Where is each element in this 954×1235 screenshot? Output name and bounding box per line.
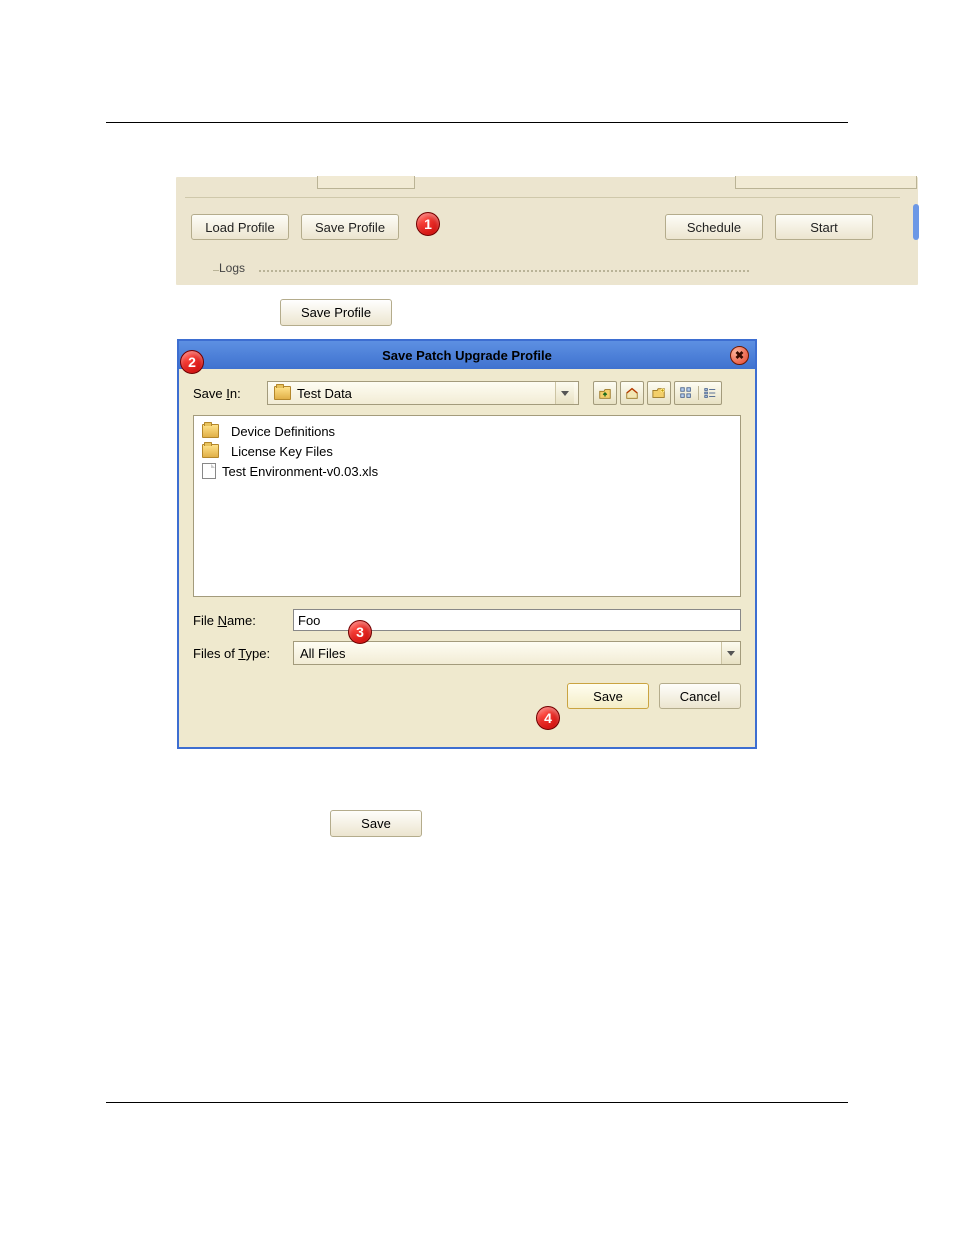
callout-3: 3 [348, 620, 372, 644]
callout-1: 1 [416, 212, 440, 236]
save-button-inline[interactable]: Save [330, 810, 422, 837]
save-profile-button[interactable]: Save Profile [301, 214, 399, 240]
file-name-row: File Name: Foo [193, 609, 741, 631]
close-glyph: ✖ [735, 349, 744, 362]
save-dialog: Save Patch Upgrade Profile ✖ Save In: Te… [177, 339, 757, 749]
folder-icon [274, 386, 291, 400]
callout-2-text: 2 [188, 354, 196, 370]
dialog-title: Save Patch Upgrade Profile [382, 348, 552, 363]
list-view-icon[interactable] [675, 386, 699, 400]
file-name: Device Definitions [231, 424, 335, 439]
callout-2: 2 [180, 350, 204, 374]
file-name-value: Foo [298, 613, 320, 628]
file-type-row: Files of Type: All Files [193, 641, 741, 665]
schedule-button[interactable]: Schedule [665, 214, 763, 240]
logs-label: Logs [219, 261, 245, 275]
chevron-down-icon[interactable] [721, 642, 740, 664]
callout-4: 4 [536, 706, 560, 730]
save-in-row: Save In: Test Data [193, 381, 741, 405]
dialog-body: Save In: Test Data [179, 369, 755, 719]
details-view-icon[interactable] [699, 386, 722, 400]
toolbar-divider [185, 197, 900, 198]
load-profile-label: Load Profile [205, 220, 274, 235]
file-name: Test Environment-v0.03.xls [222, 464, 378, 479]
cancel-button-label: Cancel [680, 689, 720, 704]
logs-divider-dotted [259, 270, 749, 272]
save-in-value: Test Data [297, 386, 555, 401]
footer-rule [106, 1102, 848, 1103]
save-button-label: Save [593, 689, 623, 704]
toolbar-tab-fragment-left [317, 176, 415, 189]
file-list-item[interactable]: Device Definitions [202, 422, 732, 440]
document-icon [202, 463, 216, 479]
file-type-value: All Files [300, 646, 721, 661]
view-mode-toggle[interactable] [674, 381, 722, 405]
toolbar-tab-fragment-right [735, 176, 917, 189]
save-button[interactable]: Save [567, 683, 649, 709]
callout-4-text: 4 [544, 710, 552, 726]
schedule-label: Schedule [687, 220, 741, 235]
scrollbar-fragment[interactable] [913, 204, 919, 240]
dialog-buttons: Save Cancel [193, 683, 741, 709]
toolbar-iconbar [593, 381, 722, 405]
file-list-item[interactable]: Test Environment-v0.03.xls [202, 462, 732, 480]
chevron-down-icon[interactable] [555, 382, 574, 404]
callout-1-text: 1 [424, 216, 432, 232]
page: Load Profile Save Profile Schedule Start… [0, 0, 954, 1235]
callout-3-text: 3 [356, 624, 364, 640]
file-list-pane[interactable]: Device Definitions License Key Files Tes… [193, 415, 741, 597]
file-name: License Key Files [231, 444, 333, 459]
file-name-label: File Name: [193, 613, 293, 628]
close-icon[interactable]: ✖ [730, 346, 749, 365]
cancel-button[interactable]: Cancel [659, 683, 741, 709]
folder-icon [202, 444, 219, 458]
home-icon[interactable] [620, 381, 644, 405]
up-folder-icon[interactable] [593, 381, 617, 405]
file-type-combo[interactable]: All Files [293, 641, 741, 665]
logs-divider-left [213, 270, 219, 271]
dialog-titlebar: Save Patch Upgrade Profile ✖ [179, 341, 755, 369]
file-type-label: Files of Type: [193, 646, 293, 661]
new-folder-icon[interactable] [647, 381, 671, 405]
start-label: Start [810, 220, 837, 235]
save-profile-inline-label: Save Profile [301, 305, 371, 320]
save-profile-label: Save Profile [315, 220, 385, 235]
save-in-combo[interactable]: Test Data [267, 381, 579, 405]
file-list-item[interactable]: License Key Files [202, 442, 732, 460]
profile-toolbar-figure: Load Profile Save Profile Schedule Start… [175, 176, 919, 286]
header-rule [106, 122, 848, 123]
folder-icon [202, 424, 219, 438]
load-profile-button[interactable]: Load Profile [191, 214, 289, 240]
save-profile-inline-button[interactable]: Save Profile [280, 299, 392, 326]
save-button-inline-label: Save [361, 816, 391, 831]
start-button[interactable]: Start [775, 214, 873, 240]
save-in-label: Save In: [193, 386, 261, 401]
